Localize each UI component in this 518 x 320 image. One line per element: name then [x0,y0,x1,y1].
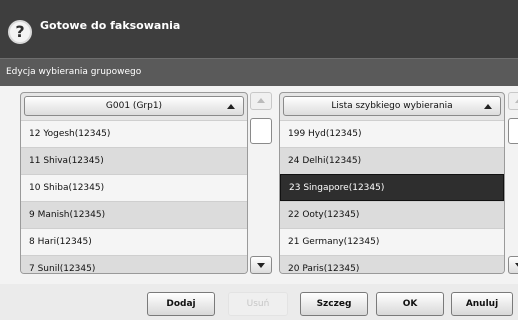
scroll-down-button[interactable] [250,256,272,274]
group-select-dropdown[interactable]: G001 (Grp1) [24,96,244,116]
speed-dial-list: Lista szybkiego wybierania 199 Hyd(12345… [279,92,505,274]
group-members-list: G001 (Grp1) 12 Yogesh(12345) 11 Shiva(12… [20,92,248,274]
remove-button[interactable]: Usuń [228,292,288,316]
list-item[interactable]: 22 Ooty(12345) [280,201,504,228]
scroll-thumb[interactable] [250,118,272,144]
action-bar: Dodaj Usuń Szczeg OK Anuluj [0,284,518,320]
cancel-button[interactable]: Anuluj [451,292,513,316]
page-subtitle: Edycja wybierania grupowego [6,67,142,77]
title-bar: ? Gotowe do faksowania [0,0,518,58]
scroll-up-button[interactable] [250,92,272,110]
add-button[interactable]: Dodaj [147,292,215,316]
chevron-up-icon [257,98,265,103]
list-item[interactable]: 8 Hari(12345) [21,228,247,255]
chevron-down-icon [257,263,265,268]
group-select-label: G001 (Grp1) [105,101,163,111]
list-item[interactable]: 12 Yogesh(12345) [21,120,247,147]
list-item[interactable]: 199 Hyd(12345) [280,120,504,147]
chevron-up-icon [484,104,492,109]
speed-dial-label: Lista szybkiego wybierania [331,101,453,111]
scroll-down-button[interactable] [508,256,518,274]
list-item[interactable]: 10 Shiba(12345) [21,174,247,201]
list-item[interactable]: 7 Sunil(12345) [21,255,247,273]
list-item[interactable]: 11 Shiva(12345) [21,147,247,174]
list-item[interactable]: 21 Germany(12345) [280,228,504,255]
left-scrollbar[interactable] [250,92,272,274]
ok-button[interactable]: OK [376,292,444,316]
sub-header: Edycja wybierania grupowego [0,58,518,86]
list-item-selected[interactable]: 23 Singapore(12345) [280,174,504,201]
list-item[interactable]: 20 Paris(12345) [280,255,504,273]
scroll-up-button[interactable] [508,92,518,110]
question-mark-icon[interactable]: ? [8,20,32,44]
list-item[interactable]: 24 Delhi(12345) [280,147,504,174]
scroll-thumb[interactable] [508,118,518,144]
window-title: Gotowe do faksowania [40,19,181,32]
list-item[interactable]: 9 Manish(12345) [21,201,247,228]
right-scrollbar[interactable] [508,92,518,274]
details-button[interactable]: Szczeg [300,292,368,316]
speed-dial-dropdown[interactable]: Lista szybkiego wybierania [283,96,501,116]
chevron-up-icon [227,104,235,109]
